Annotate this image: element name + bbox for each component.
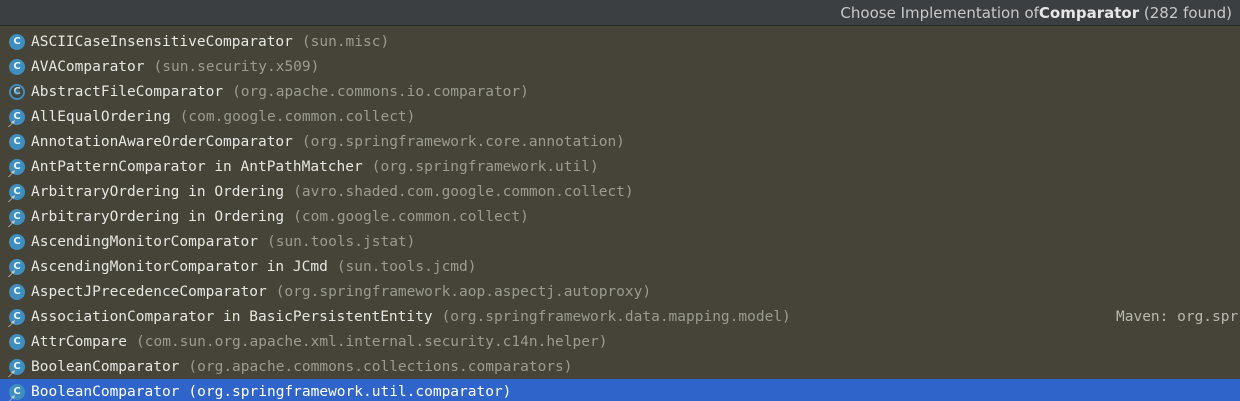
list-item[interactable]: C AntPatternComparator in AntPathMatcher (…: [0, 154, 1240, 179]
class-name: BooleanComparator: [31, 358, 180, 375]
package-name: (org.apache.commons.collections.comparat…: [188, 358, 573, 375]
class-name: ArbitraryOrdering in Ordering: [31, 183, 285, 200]
package-name: (org.springframework.aop.aspectj.autopro…: [275, 283, 652, 300]
list-item[interactable]: C AVAComparator (sun.security.x509): [0, 54, 1240, 79]
library-source: Maven: org.spr: [1116, 308, 1239, 325]
icon-letter: C: [9, 33, 25, 50]
list-item-selected[interactable]: C BooleanComparator (org.springframework.u…: [0, 379, 1240, 401]
list-item[interactable]: C AttrCompare (com.sun.org.apache.xml.inte…: [0, 329, 1240, 354]
class-name: AntPatternComparator in AntPathMatcher: [31, 158, 363, 175]
class-icon: C: [8, 183, 25, 202]
static-badge-icon: [8, 394, 15, 401]
class-icon: C: [9, 233, 25, 250]
list-item[interactable]: C AllEqualOrdering (com.google.common.coll…: [0, 104, 1240, 129]
title-count: (282 found): [1143, 3, 1232, 22]
class-icon: C: [9, 333, 25, 350]
icon-letter: C: [9, 283, 25, 300]
implementation-list[interactable]: C ASCIICaseInsensitiveComparator (sun.misc…: [0, 29, 1240, 401]
class-icon: C: [8, 208, 25, 227]
class-icon: C: [9, 283, 25, 300]
class-name: AscendingMonitorComparator: [31, 233, 258, 250]
package-name: (org.springframework.util.comparator): [188, 383, 512, 400]
icon-letter: C: [9, 58, 25, 75]
class-icon: C: [8, 383, 25, 401]
list-item[interactable]: C AnnotationAwareOrderComparator (org.spri…: [0, 129, 1240, 154]
package-name: (com.sun.org.apache.xml.internal.securit…: [136, 333, 608, 350]
title-class-name: Comparator: [1038, 3, 1140, 22]
package-name: (org.springframework.data.mapping.model): [441, 308, 791, 325]
package-name: (com.google.common.collect): [179, 108, 416, 125]
class-name: BooleanComparator: [31, 383, 180, 400]
choose-implementation-popup: Choose Implementation of Comparator (282…: [0, 0, 1240, 401]
class-icon: C: [8, 308, 25, 327]
static-badge-icon: [8, 119, 15, 127]
class-name: AssociationComparator in BasicPersistent…: [31, 308, 433, 325]
package-name: (org.apache.commons.io.comparator): [232, 83, 529, 100]
icon-letter: C: [9, 133, 25, 150]
class-icon: C: [8, 358, 25, 377]
abstract-class-icon: C: [9, 83, 25, 100]
package-name: (sun.tools.jstat): [266, 233, 416, 250]
static-badge-icon: [8, 369, 15, 377]
class-name: ArbitraryOrdering in Ordering: [31, 208, 285, 225]
static-badge-icon: [8, 169, 15, 177]
icon-letter: C: [9, 83, 25, 100]
class-name: AllEqualOrdering: [31, 108, 171, 125]
class-icon: C: [8, 258, 25, 277]
list-item[interactable]: C AbstractFileComparator (org.apache.commo…: [0, 79, 1240, 104]
package-name: (com.google.common.collect): [293, 208, 529, 225]
package-name: (sun.security.x509): [153, 58, 320, 75]
list-item[interactable]: C BooleanComparator (org.apache.commons.co…: [0, 354, 1240, 379]
class-icon: C: [8, 158, 25, 177]
icon-letter: C: [9, 233, 25, 250]
class-name: AscendingMonitorComparator in JCmd: [31, 258, 328, 275]
list-item[interactable]: C ASCIICaseInsensitiveComparator (sun.misc…: [0, 29, 1240, 54]
package-name: (sun.misc): [301, 33, 390, 50]
class-name: AnnotationAwareOrderComparator: [31, 133, 293, 150]
package-name: (avro.shaded.com.google.common.collect): [293, 183, 634, 200]
list-item[interactable]: C AscendingMonitorComparator (sun.tools.js…: [0, 229, 1240, 254]
class-name: AspectJPrecedenceComparator: [31, 283, 267, 300]
package-name: (org.springframework.util): [371, 158, 599, 175]
class-name: AbstractFileComparator: [31, 83, 224, 100]
list-item[interactable]: C ArbitraryOrdering in Ordering (com.googl…: [0, 204, 1240, 229]
class-name: AVAComparator: [31, 58, 145, 75]
class-name: AttrCompare: [31, 333, 128, 350]
class-icon: C: [9, 133, 25, 150]
static-badge-icon: [8, 194, 15, 202]
package-name: (org.springframework.core.annotation): [301, 133, 625, 150]
class-icon: C: [9, 58, 25, 75]
list-item[interactable]: C ArbitraryOrdering in Ordering (avro.shad…: [0, 179, 1240, 204]
class-icon: C: [9, 33, 25, 50]
popup-title: Choose Implementation of Comparator (282…: [0, 0, 1240, 26]
static-badge-icon: [8, 219, 15, 227]
class-icon: C: [8, 108, 25, 127]
package-name: (sun.tools.jcmd): [336, 258, 477, 275]
list-item[interactable]: C AspectJPrecedenceComparator (org.springf…: [0, 279, 1240, 304]
icon-letter: C: [9, 333, 25, 350]
list-item[interactable]: C AscendingMonitorComparator in JCmd (sun.…: [0, 254, 1240, 279]
class-name: ASCIICaseInsensitiveComparator: [31, 33, 293, 50]
list-item[interactable]: C AssociationComparator in BasicPersisten…: [0, 304, 1240, 329]
static-badge-icon: [8, 269, 15, 277]
static-badge-icon: [8, 319, 15, 327]
title-prefix: Choose Implementation of: [840, 3, 1039, 22]
